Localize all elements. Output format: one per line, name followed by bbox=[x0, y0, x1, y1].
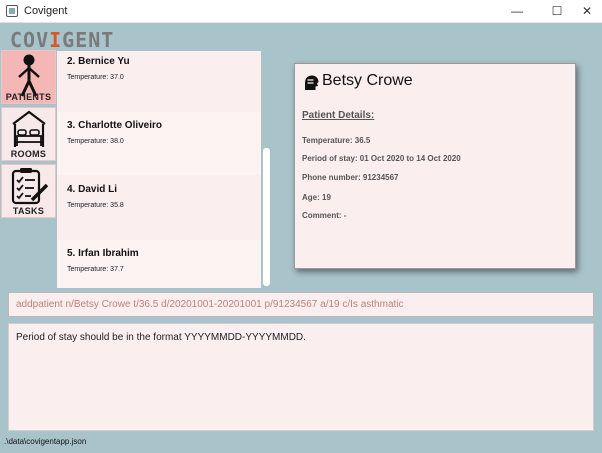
app-icon bbox=[6, 5, 18, 17]
checklist-icon bbox=[11, 168, 49, 205]
sidebar: PATIENTS ROOMS TASKS bbox=[0, 50, 57, 218]
list-item[interactable]: 2. Bernice Yu Temperature: 37.0 bbox=[57, 51, 261, 111]
list-scrollbar-thumb[interactable] bbox=[263, 148, 270, 286]
patient-detail-name: Betsy Crowe bbox=[322, 72, 413, 89]
detail-age: Age: 19 bbox=[302, 193, 331, 202]
detail-temperature: Temperature: 36.5 bbox=[302, 136, 371, 145]
sidebar-item-label: TASKS bbox=[12, 206, 45, 216]
patient-name: 3. Charlotte Oliveiro bbox=[67, 120, 163, 131]
patient-name: 5. Irfan Ibrahim bbox=[67, 248, 139, 259]
command-box bbox=[8, 292, 594, 317]
patient-head-icon bbox=[305, 75, 319, 90]
sidebar-item-label: ROOMS bbox=[10, 149, 47, 159]
patient-detail-card: Betsy Crowe Patient Details: Temperature… bbox=[294, 63, 576, 269]
minimize-icon[interactable]: — bbox=[502, 0, 532, 22]
sidebar-item-rooms[interactable]: ROOMS bbox=[1, 107, 56, 161]
app-logo: COVIGENT bbox=[10, 28, 115, 52]
patient-list[interactable]: 2. Bernice Yu Temperature: 37.0 3. Charl… bbox=[57, 51, 261, 288]
patient-details-heading: Patient Details: bbox=[302, 110, 375, 121]
result-message: Period of stay should be in the format Y… bbox=[16, 332, 306, 343]
sidebar-item-label: PATIENTS bbox=[5, 92, 52, 102]
patient-temperature: Temperature: 37.0 bbox=[67, 74, 124, 81]
patient-temperature: Temperature: 38.0 bbox=[67, 138, 124, 145]
patient-temperature: Temperature: 35.8 bbox=[67, 202, 124, 209]
patient-name: 4. David Li bbox=[67, 184, 118, 195]
list-item[interactable]: 4. David Li Temperature: 35.8 bbox=[57, 176, 261, 239]
maximize-icon[interactable]: ☐ bbox=[542, 0, 572, 22]
close-icon[interactable]: ✕ bbox=[572, 0, 602, 22]
list-item[interactable]: 3. Charlotte Oliveiro Temperature: 38.0 bbox=[57, 112, 261, 175]
status-bar-file-path: .\data\covigentapp.json bbox=[4, 437, 87, 446]
sidebar-item-tasks[interactable]: TASKS bbox=[1, 164, 56, 218]
patient-temperature: Temperature: 37.7 bbox=[67, 266, 124, 273]
list-item[interactable]: 5. Irfan Ibrahim Temperature: 37.7 bbox=[57, 240, 261, 288]
result-display: Period of stay should be in the format Y… bbox=[8, 323, 594, 431]
detail-comment: Comment: - bbox=[302, 211, 347, 220]
patient-name: 2. Bernice Yu bbox=[67, 56, 130, 67]
bed-icon bbox=[12, 110, 46, 147]
person-icon bbox=[18, 54, 40, 97]
window-title: Covigent bbox=[24, 5, 68, 17]
sidebar-item-patients[interactable]: PATIENTS bbox=[1, 50, 56, 104]
detail-period-of-stay: Period of stay: 01 Oct 2020 to 14 Oct 20… bbox=[302, 154, 461, 163]
command-input[interactable] bbox=[9, 293, 593, 316]
title-bar: Covigent — ☐ ✕ bbox=[0, 0, 602, 23]
detail-phone-number: Phone number: 91234567 bbox=[302, 173, 399, 182]
